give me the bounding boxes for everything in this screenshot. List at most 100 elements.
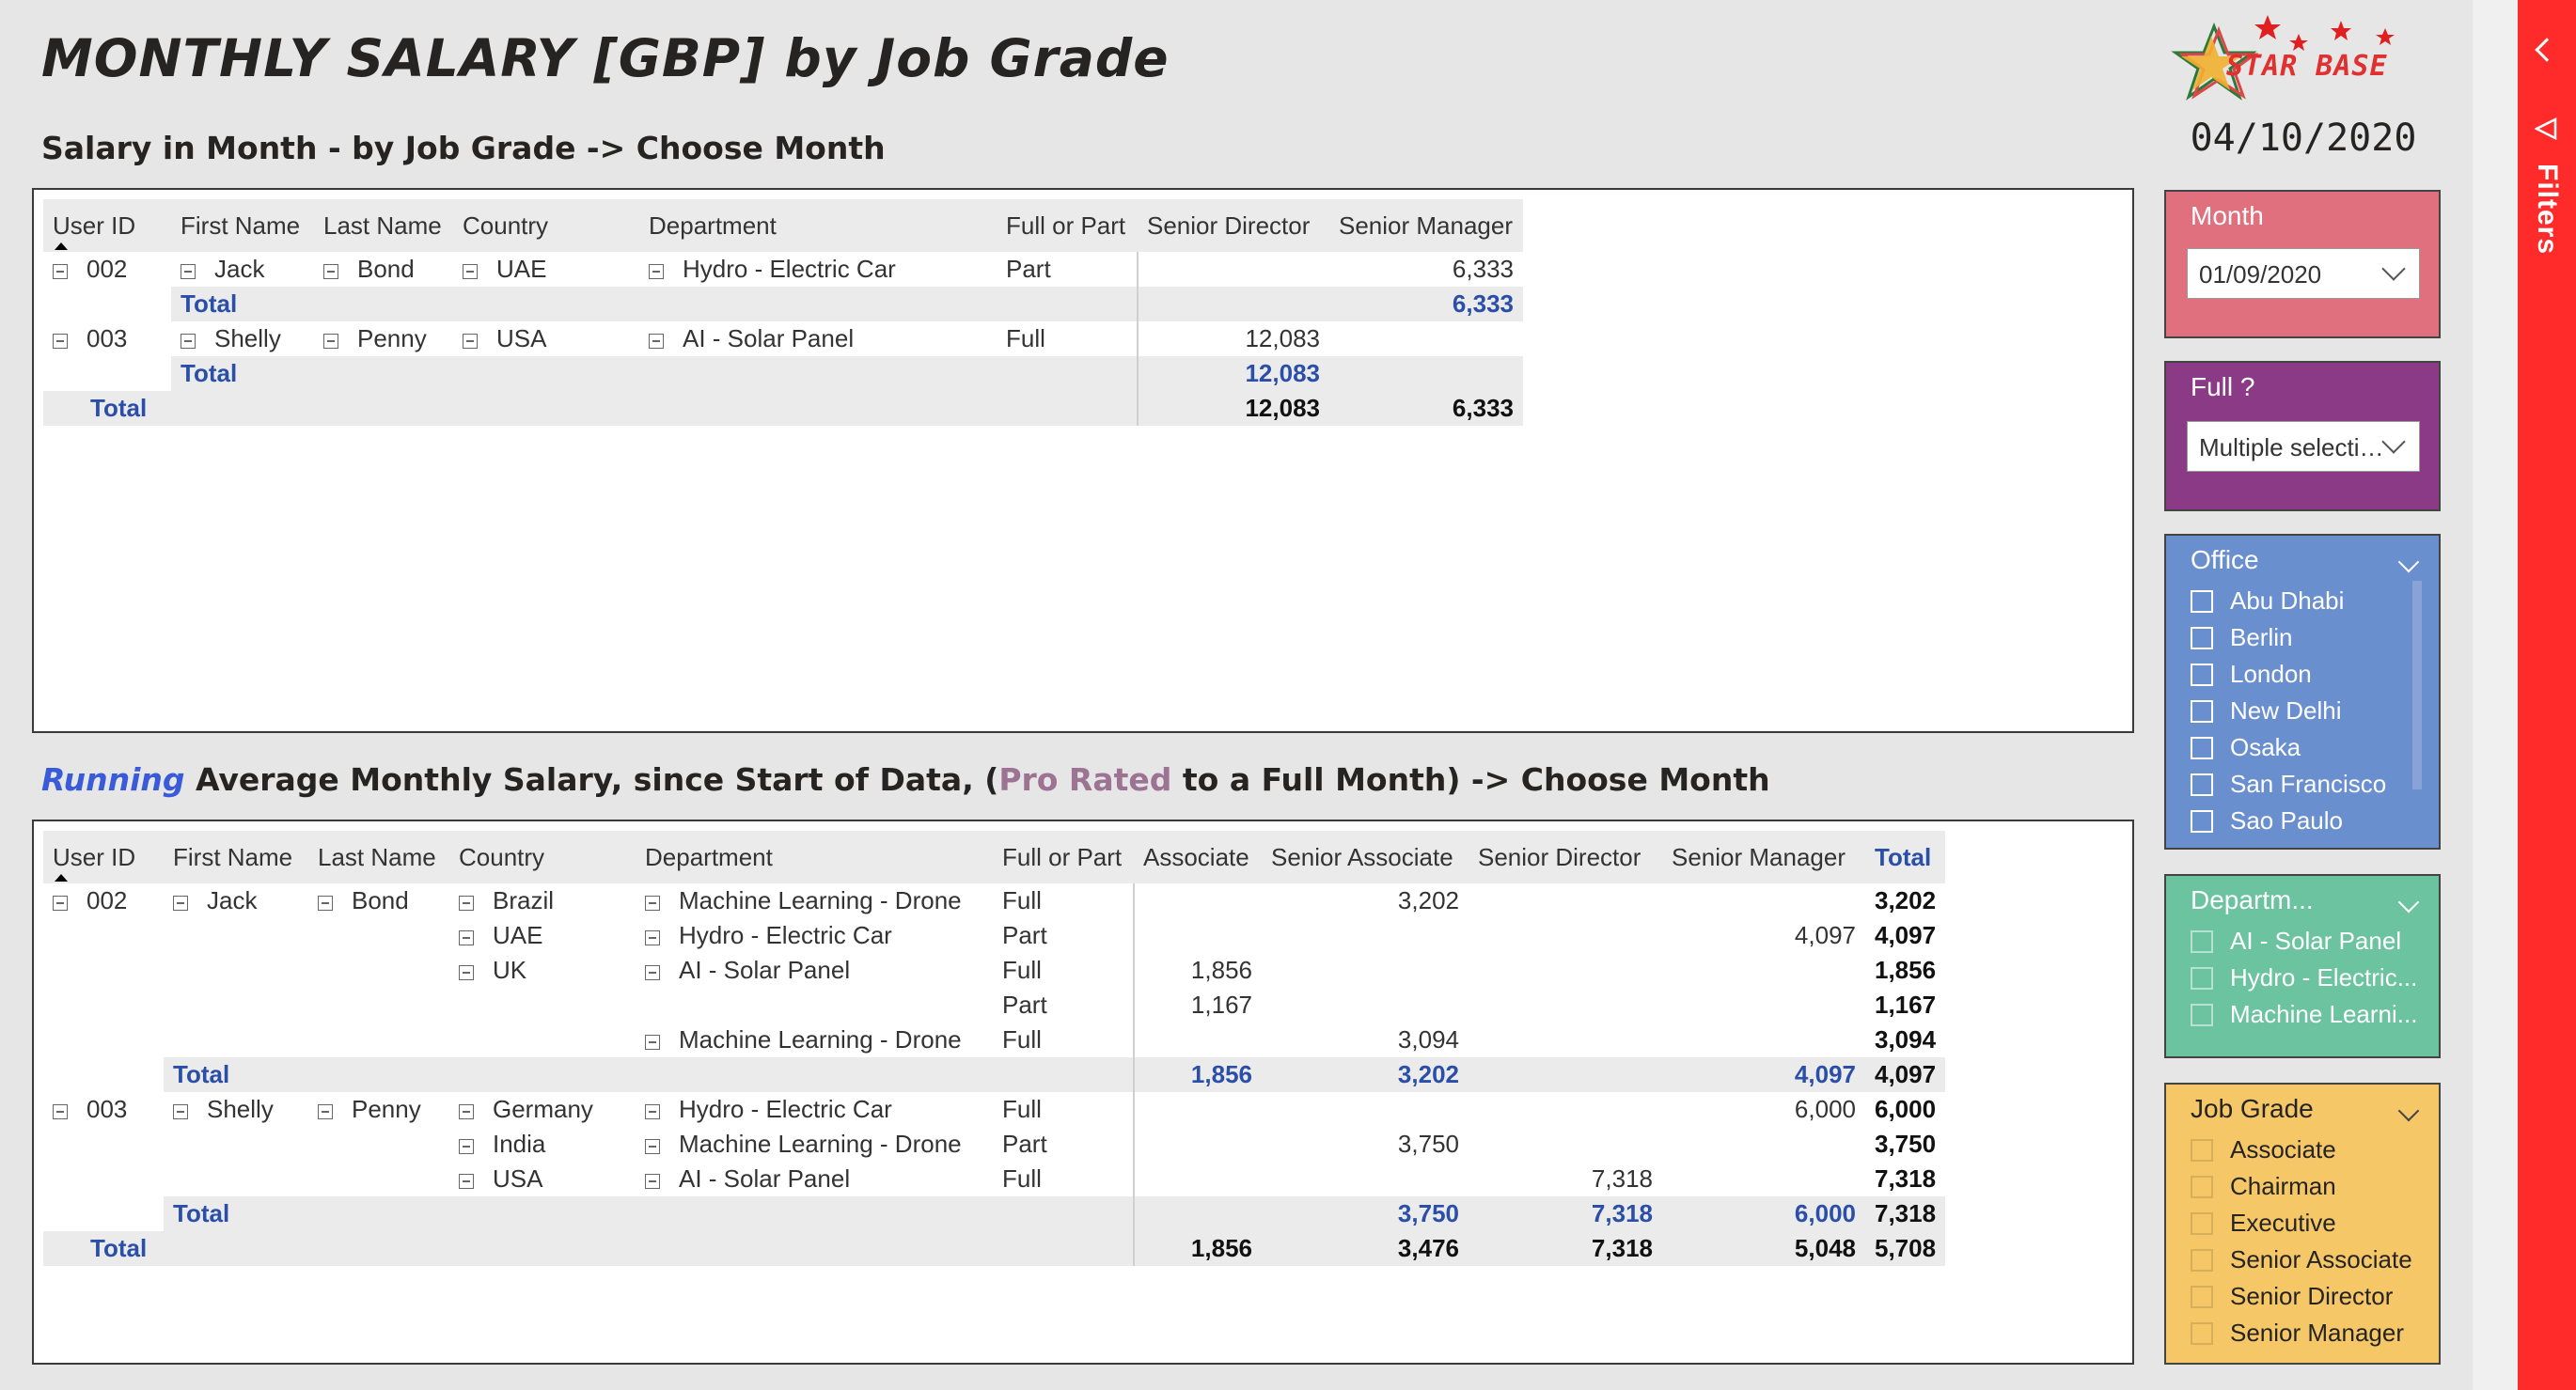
collapse-minus-icon[interactable]	[173, 896, 188, 911]
col-header[interactable]: Last Name	[314, 199, 453, 252]
col-header[interactable]: Department	[636, 831, 993, 883]
country-cell-text: UAE	[493, 921, 543, 949]
subtotal-label: Total	[164, 1196, 1134, 1231]
collapse-minus-icon[interactable]	[459, 1174, 474, 1189]
full-dropdown[interactable]: Multiple selections	[2187, 421, 2420, 472]
collapse-minus-icon[interactable]	[53, 264, 68, 279]
month-dropdown[interactable]: 01/09/2020	[2187, 248, 2420, 299]
collapse-minus-icon[interactable]	[463, 264, 478, 279]
collapse-minus-icon[interactable]	[645, 1174, 660, 1189]
collapse-minus-icon[interactable]	[53, 334, 68, 349]
col-header[interactable]: Senior Director	[1138, 199, 1329, 252]
col-header[interactable]: Full or Part	[997, 199, 1138, 252]
collapse-minus-icon[interactable]	[649, 264, 664, 279]
collapse-minus-icon[interactable]	[459, 1104, 474, 1119]
department-option[interactable]: Machine Learni...	[2191, 1000, 2417, 1029]
office-option[interactable]: San Francisco	[2191, 770, 2386, 799]
col-header[interactable]: User ID	[43, 831, 164, 883]
checkbox[interactable]	[2191, 773, 2213, 796]
col-header[interactable]: Senior Manager	[1662, 831, 1865, 883]
associate-cell	[1133, 1127, 1262, 1162]
checkbox[interactable]	[2191, 1139, 2213, 1162]
salary-in-month-matrix[interactable]: User ID First Name Last Name Country Departm…	[32, 188, 2134, 733]
department-option[interactable]: Hydro - Electric...	[2191, 963, 2417, 992]
office-option[interactable]: New Delhi	[2191, 696, 2342, 726]
col-header[interactable]: Senior Manager	[1329, 199, 1523, 252]
col-header[interactable]: Full or Part	[993, 831, 1134, 883]
checkbox[interactable]	[2191, 627, 2213, 649]
job-grade-option[interactable]: Senior Associate	[2191, 1245, 2412, 1274]
col-header[interactable]: Department	[639, 199, 997, 252]
collapse-minus-icon[interactable]	[459, 965, 474, 980]
collapse-minus-icon[interactable]	[323, 334, 338, 349]
department-cell-text: Hydro - Electric Car	[683, 255, 896, 283]
office-option[interactable]: Sao Paulo	[2191, 806, 2343, 836]
senior-manager-cell: 6,000	[1794, 1095, 1856, 1123]
checkbox[interactable]	[2191, 737, 2213, 759]
checkbox[interactable]	[2191, 1176, 2213, 1198]
checkbox[interactable]	[2191, 967, 2213, 990]
job-grade-option[interactable]: Chairman	[2191, 1172, 2336, 1201]
col-header[interactable]: Associate	[1134, 831, 1262, 883]
expand-chevron-icon[interactable]	[2535, 38, 2559, 62]
col-header[interactable]: Senior Associate	[1262, 831, 1469, 883]
office-option[interactable]: London	[2191, 660, 2312, 689]
collapse-minus-icon[interactable]	[318, 1104, 333, 1119]
job-grade-slicer-header[interactable]: Job Grade	[2166, 1085, 2439, 1124]
office-option[interactable]: Abu Dhabi	[2191, 586, 2344, 616]
checkbox[interactable]	[2191, 590, 2213, 613]
checkbox[interactable]	[2191, 700, 2213, 723]
chevron-down-icon[interactable]	[2397, 551, 2420, 573]
checkbox[interactable]	[2191, 1286, 2213, 1308]
checkbox[interactable]	[2191, 1212, 2213, 1235]
checkbox[interactable]	[2191, 930, 2213, 953]
col-header[interactable]: First Name	[171, 199, 314, 252]
collapse-minus-icon[interactable]	[459, 896, 474, 911]
collapse-minus-icon[interactable]	[645, 930, 660, 945]
collapse-minus-icon[interactable]	[181, 264, 196, 279]
job-grade-option[interactable]: Associate	[2191, 1135, 2336, 1164]
checkbox[interactable]	[2191, 664, 2213, 686]
collapse-minus-icon[interactable]	[173, 1104, 188, 1119]
collapse-minus-icon[interactable]	[463, 334, 478, 349]
chevron-down-icon[interactable]	[2397, 1100, 2420, 1122]
department-option[interactable]: AI - Solar Panel	[2191, 927, 2401, 956]
col-header[interactable]: Last Name	[308, 831, 449, 883]
office-slicer-header[interactable]: Office	[2166, 536, 2439, 575]
collapse-minus-icon[interactable]	[53, 1104, 68, 1119]
checkbox[interactable]	[2191, 1004, 2213, 1026]
collapse-minus-icon[interactable]	[459, 1139, 474, 1154]
col-header[interactable]: First Name	[164, 831, 308, 883]
office-slicer-scrollbar[interactable]	[2412, 581, 2422, 789]
office-option[interactable]: Osaka	[2191, 733, 2301, 762]
job-grade-option[interactable]: Senior Manager	[2191, 1319, 2404, 1348]
office-option[interactable]: Berlin	[2191, 623, 2292, 652]
collapse-minus-icon[interactable]	[318, 896, 333, 911]
checkbox[interactable]	[2191, 1322, 2213, 1345]
collapse-minus-icon[interactable]	[649, 334, 664, 349]
department-slicer-header[interactable]: Departm...	[2166, 876, 2439, 915]
filters-pane-collapsed[interactable]: Filters	[2518, 0, 2576, 1390]
collapse-minus-icon[interactable]	[645, 1035, 660, 1050]
col-header[interactable]: Senior Director	[1469, 831, 1662, 883]
senior-associate-cell: 3,750	[1397, 1130, 1459, 1158]
collapse-minus-icon[interactable]	[645, 1104, 660, 1119]
section2-title-running: Running	[41, 761, 185, 798]
checkbox[interactable]	[2191, 810, 2213, 833]
col-header[interactable]: Country	[449, 831, 636, 883]
chevron-down-icon[interactable]	[2397, 891, 2420, 914]
col-header[interactable]: User ID	[43, 199, 171, 252]
collapse-minus-icon[interactable]	[459, 930, 474, 945]
collapse-minus-icon[interactable]	[645, 965, 660, 980]
checkbox[interactable]	[2191, 1249, 2213, 1272]
col-header[interactable]: Total	[1865, 831, 1946, 883]
collapse-minus-icon[interactable]	[645, 896, 660, 911]
collapse-minus-icon[interactable]	[323, 264, 338, 279]
collapse-minus-icon[interactable]	[53, 896, 68, 911]
collapse-minus-icon[interactable]	[181, 334, 196, 349]
job-grade-option[interactable]: Executive	[2191, 1209, 2336, 1238]
col-header[interactable]: Country	[453, 199, 639, 252]
job-grade-option[interactable]: Senior Director	[2191, 1282, 2393, 1311]
running-average-matrix[interactable]: User ID First Name Last Name Country Departm…	[32, 820, 2134, 1365]
collapse-minus-icon[interactable]	[645, 1139, 660, 1154]
